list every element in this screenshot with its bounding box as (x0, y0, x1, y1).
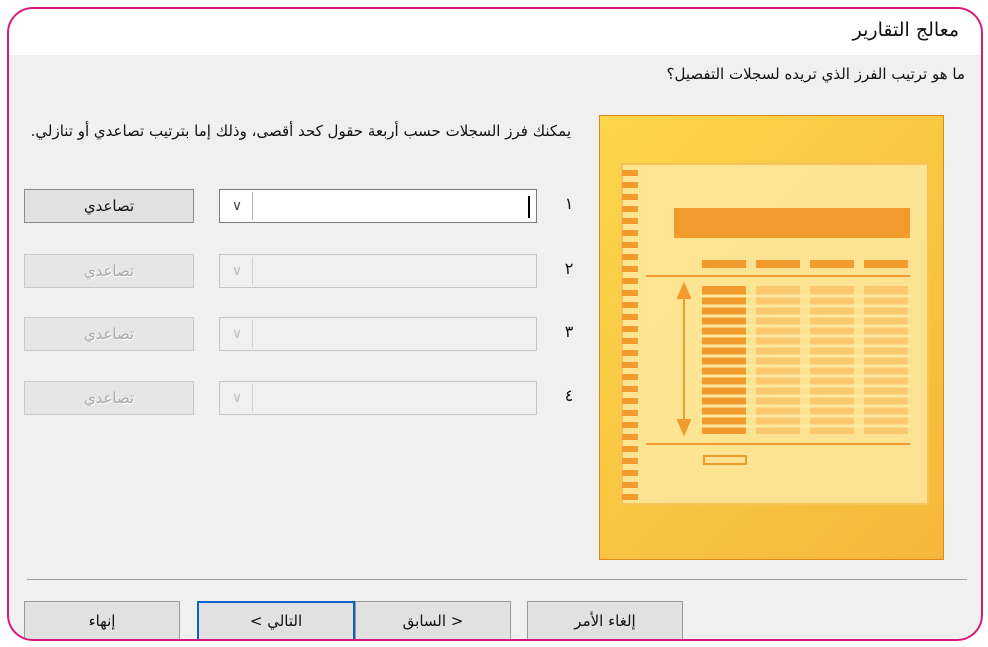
sort-field-combo-3: ∨ (219, 317, 537, 351)
sort-row-number-1: ١ (564, 194, 574, 213)
sort-question: ما هو ترتيب الفرز الذي تريده لسجلات التف… (666, 65, 966, 83)
sort-order-button-1[interactable]: تصاعدي (24, 189, 194, 223)
sort-field-combo-1[interactable]: ∨ (219, 189, 537, 223)
finish-button[interactable]: إنهاء (24, 601, 180, 639)
sort-field-input-4 (256, 382, 536, 414)
button-separator (27, 579, 967, 580)
cancel-button[interactable]: إلغاء الأمر (527, 601, 683, 639)
title-bar: معالج التقارير (9, 9, 981, 55)
sort-row-number-2: ٢ (564, 259, 574, 278)
text-cursor (528, 196, 530, 218)
report-preview-graphic (621, 163, 929, 505)
next-button[interactable]: التالي > (197, 601, 355, 639)
chevron-down-icon[interactable]: ∨ (222, 192, 253, 220)
sort-order-button-2: تصاعدي (24, 254, 194, 288)
sort-row-number-3: ٣ (564, 322, 574, 341)
chevron-down-icon: ∨ (222, 384, 253, 412)
sort-order-button-3: تصاعدي (24, 317, 194, 351)
sort-field-combo-2: ∨ (219, 254, 537, 288)
report-wizard-dialog: معالج التقارير ما هو ترتيب الفرز الذي تر… (7, 7, 983, 641)
back-button[interactable]: < السابق (355, 601, 511, 639)
chevron-down-icon: ∨ (222, 320, 253, 348)
sort-row-number-4: ٤ (564, 386, 574, 405)
sort-field-input-3 (256, 318, 536, 350)
chevron-down-icon: ∨ (222, 257, 253, 285)
sort-field-combo-4: ∨ (219, 381, 537, 415)
sort-order-button-4: تصاعدي (24, 381, 194, 415)
sort-preview-illustration (599, 115, 944, 560)
sort-field-input-1[interactable] (256, 190, 536, 222)
window-title: معالج التقارير (852, 19, 959, 41)
sort-description: يمكنك فرز السجلات حسب أربعة حقول كحد أقص… (30, 122, 571, 140)
sort-field-input-2 (256, 255, 536, 287)
